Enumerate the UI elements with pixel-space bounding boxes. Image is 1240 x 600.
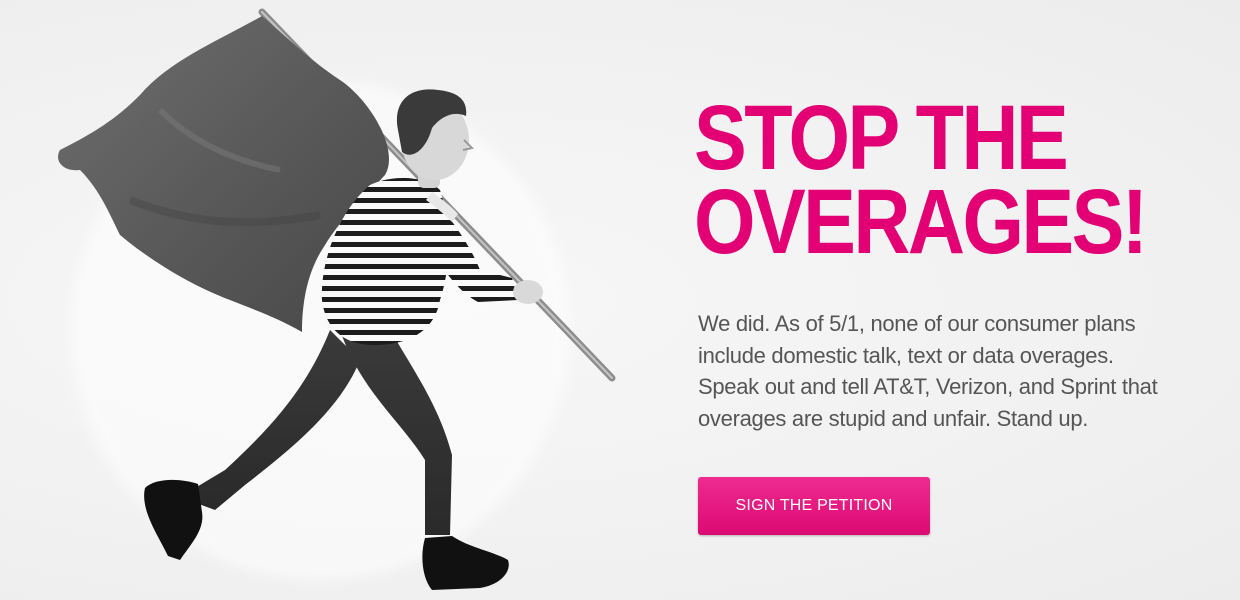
headline-line-2: OVERAGES! bbox=[694, 171, 1148, 273]
headline-line-1: STOP THE bbox=[694, 87, 1069, 189]
body-line-4: overages are stupid and unfair. Stand up… bbox=[698, 405, 1089, 431]
flag-bearer-illustration bbox=[58, 8, 616, 590]
hero-banner: STOP THE OVERAGES! We did. As of 5/1, no… bbox=[0, 0, 1240, 600]
headline: STOP THE OVERAGES! bbox=[694, 87, 1148, 273]
body-copy: We did. As of 5/1, none of our consumer … bbox=[698, 308, 1198, 434]
body-line-1: We did. As of 5/1, none of our consumer … bbox=[698, 311, 1136, 336]
body-line-3: Speak out and tell AT&T, Verizon, and Sp… bbox=[698, 374, 1158, 399]
body-line-2: include domestic talk, text or data over… bbox=[698, 342, 1114, 368]
sign-the-petition-button[interactable]: SIGN THE PETITION bbox=[698, 477, 930, 535]
